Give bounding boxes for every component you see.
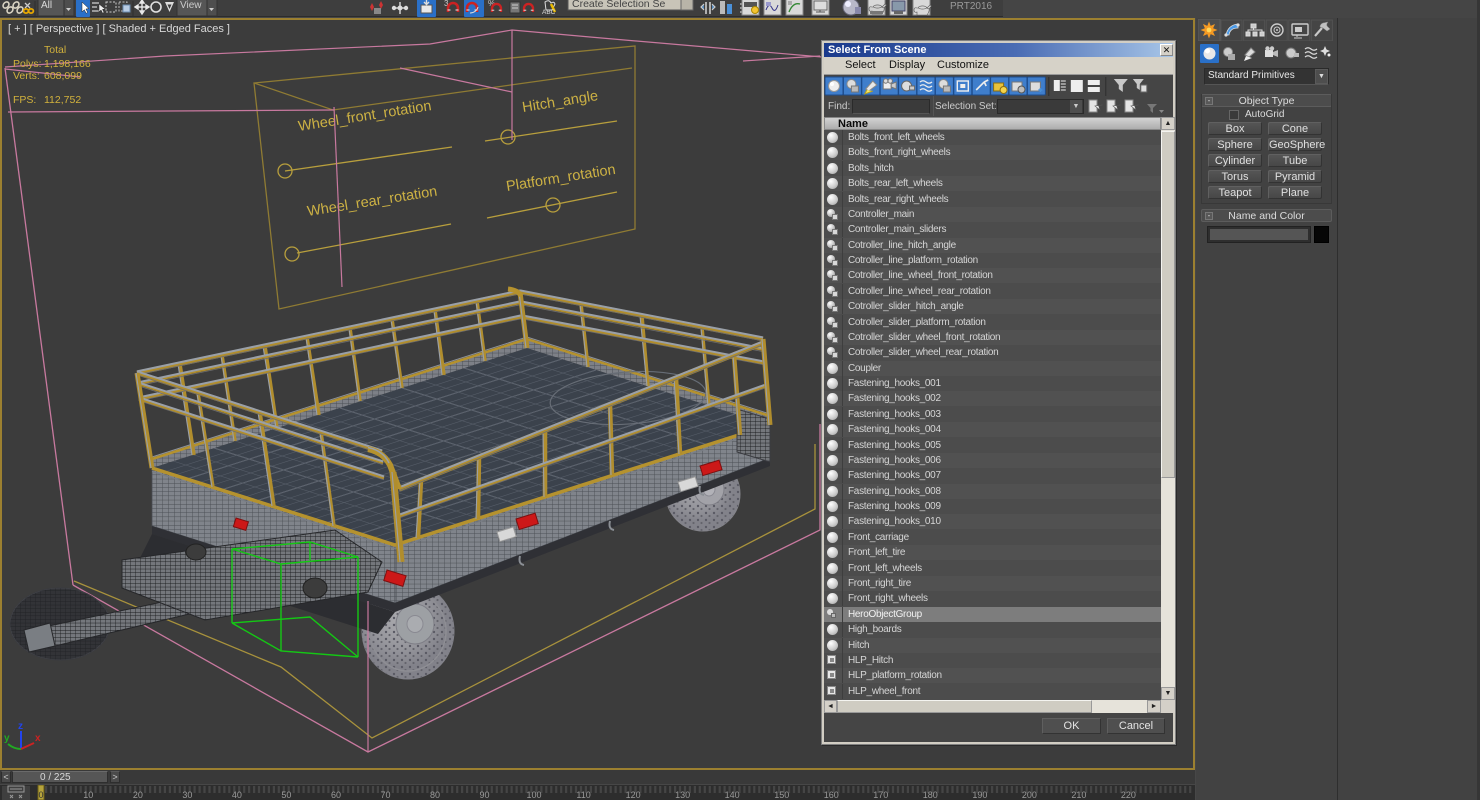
svg-text:170: 170 (873, 790, 888, 800)
svg-text:220: 220 (1121, 790, 1136, 800)
svg-text:ABC: ABC (542, 9, 556, 16)
svg-text:70: 70 (380, 790, 390, 800)
svg-text:z: z (18, 721, 23, 732)
svg-text:110: 110 (576, 790, 590, 800)
svg-text:Platform_rotation: Platform_rotation (505, 162, 617, 195)
svg-text:Wheel_front_rotation: Wheel_front_rotation (297, 98, 432, 135)
svg-text:200: 200 (1022, 790, 1037, 800)
svg-text:Wheel_rear_rotation: Wheel_rear_rotation (306, 184, 438, 220)
svg-text:10: 10 (83, 790, 93, 800)
svg-text:x: x (35, 733, 41, 744)
svg-text:130: 130 (675, 790, 690, 800)
svg-text:160: 160 (824, 790, 839, 800)
svg-text:60: 60 (331, 790, 341, 800)
svg-text:50: 50 (281, 790, 291, 800)
svg-text:80: 80 (430, 790, 440, 800)
svg-text:150: 150 (774, 790, 789, 800)
svg-text:Hitch_angle: Hitch_angle (521, 88, 599, 116)
svg-text:0: 0 (38, 790, 43, 800)
svg-text:Create Selection Se: Create Selection Se (572, 0, 666, 10)
svg-text:20: 20 (133, 790, 143, 800)
svg-text:View: View (180, 0, 202, 11)
svg-text:120: 120 (626, 790, 641, 800)
svg-text:40: 40 (232, 790, 242, 800)
svg-text:90: 90 (480, 790, 490, 800)
svg-text:All: All (41, 0, 52, 11)
svg-text:190: 190 (972, 790, 987, 800)
svg-text:30: 30 (182, 790, 192, 800)
svg-text:y: y (4, 733, 10, 744)
svg-text:PRT2016: PRT2016 (950, 1, 993, 12)
svg-text:210: 210 (1071, 790, 1086, 800)
svg-text:180: 180 (923, 790, 938, 800)
svg-text:140: 140 (725, 790, 740, 800)
svg-text:100: 100 (527, 790, 542, 800)
